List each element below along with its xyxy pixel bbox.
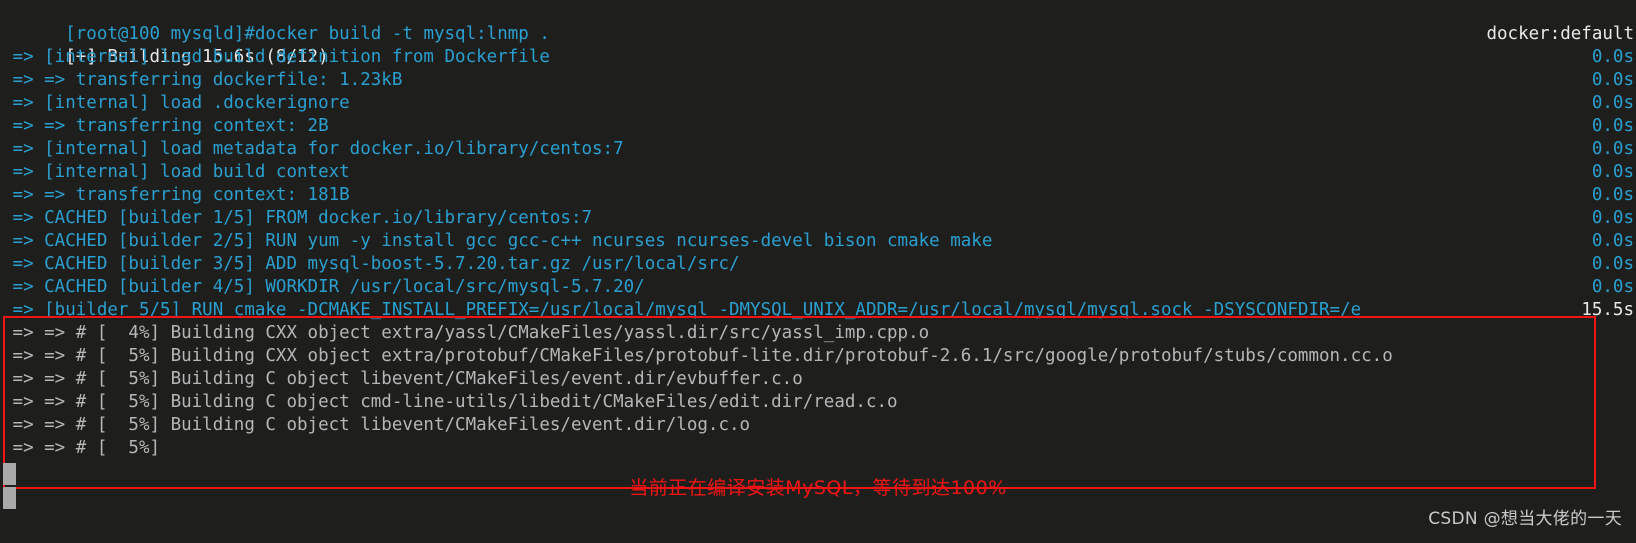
build-status-line: [+] Building 15.6s (8/12) docker:default [0,23,1636,67]
build-step-line: => CACHED [builder 4/5] WORKDIR /usr/loc… [0,276,1636,299]
build-step-text: => CACHED [builder 4/5] WORKDIR /usr/loc… [2,277,645,297]
build-step-line: => [internal] load build context 0.0s [0,161,1636,184]
build-step-text: => [internal] load metadata for docker.i… [2,139,624,159]
build-step-text: => => # [ 5%] Building C object cmd-line… [2,392,898,412]
build-step-text: => => transferring context: 2B [2,116,329,136]
build-step-line: => [internal] load build definition from… [0,46,1636,69]
build-step-line: => => transferring context: 2B 0.0s [0,115,1636,138]
build-step-duration: 0.0s [1591,116,1634,136]
build-step-text: => [internal] load build context [2,162,350,182]
build-step-text: => [internal] load build definition from… [2,47,550,67]
build-step-duration: 0.0s [1591,208,1634,228]
build-step-text: => => # [ 5%] Building C object libevent… [2,369,803,389]
annotation-text: 当前正在编译安装MySQL，等待到达100% [629,477,1007,499]
build-step-text: => => # [ 5%] Building C object libevent… [2,415,751,435]
build-step-text: => CACHED [builder 1/5] FROM docker.io/l… [2,208,593,228]
build-step-line: => => # [ 5%] Building C object cmd-line… [0,391,1636,414]
build-driver-label: docker:default [1486,24,1634,44]
build-step-line: => CACHED [builder 1/5] FROM docker.io/l… [0,207,1636,230]
build-step-text: => [internal] load .dockerignore [2,93,350,113]
build-step-text: => [builder 5/5] RUN cmake -DCMAKE_INSTA… [2,300,1362,320]
build-step-duration: 0.0s [1591,47,1634,67]
build-step-duration: 0.0s [1591,70,1634,90]
build-step-text: => CACHED [builder 3/5] ADD mysql-boost-… [2,254,740,274]
build-step-duration: 0.0s [1591,231,1634,251]
prompt-line: [root@100 mysqld]#docker build -t mysql:… [0,0,1636,44]
build-step-text: => => # [ 5%] Building CXX object extra/… [2,346,1393,366]
build-step-list: => [internal] load build definition from… [0,46,1636,460]
terminal-output: [root@100 mysqld]#docker build -t mysql:… [0,0,1636,460]
terminal-window[interactable]: [root@100 mysqld]#docker build -t mysql:… [0,0,1636,543]
build-step-duration: 0.0s [1591,185,1634,205]
build-step-line: => => transferring dockerfile: 1.23kB 0.0… [0,69,1636,92]
build-step-text: => => transferring dockerfile: 1.23kB [2,70,403,90]
build-step-line: => [internal] load .dockerignore 0.0s [0,92,1636,115]
build-step-duration: 0.0s [1591,254,1634,274]
build-step-line: => => # [ 5%] [0,437,1636,460]
build-step-line: => CACHED [builder 2/5] RUN yum -y insta… [0,230,1636,253]
build-step-line: => => # [ 5%] Building C object libevent… [0,368,1636,391]
build-step-line: => [internal] load metadata for docker.i… [0,138,1636,161]
build-step-line: => => # [ 5%] Building CXX object extra/… [0,345,1636,368]
build-step-line: => => # [ 5%] Building C object libevent… [0,414,1636,437]
build-step-duration: 0.0s [1591,93,1634,113]
build-step-duration: 15.5s [1581,300,1634,320]
build-step-text: => => transferring context: 181B [2,185,350,205]
build-step-duration: 0.0s [1591,139,1634,159]
build-step-text: => => # [ 5%] [2,438,161,458]
build-step-line: => CACHED [builder 3/5] ADD mysql-boost-… [0,253,1636,276]
build-step-line: => => # [ 4%] Building CXX object extra/… [0,322,1636,345]
build-step-line: => => transferring context: 181B 0.0s [0,184,1636,207]
build-step-duration: 0.0s [1591,277,1634,297]
build-step-text: => => # [ 4%] Building CXX object extra/… [2,323,930,343]
csdn-watermark: CSDN @想当大佬的一天 [1428,509,1622,529]
build-step-line: => [builder 5/5] RUN cmake -DCMAKE_INSTA… [0,299,1636,322]
build-step-duration: 0.0s [1591,162,1634,182]
build-step-text: => CACHED [builder 2/5] RUN yum -y insta… [2,231,993,251]
